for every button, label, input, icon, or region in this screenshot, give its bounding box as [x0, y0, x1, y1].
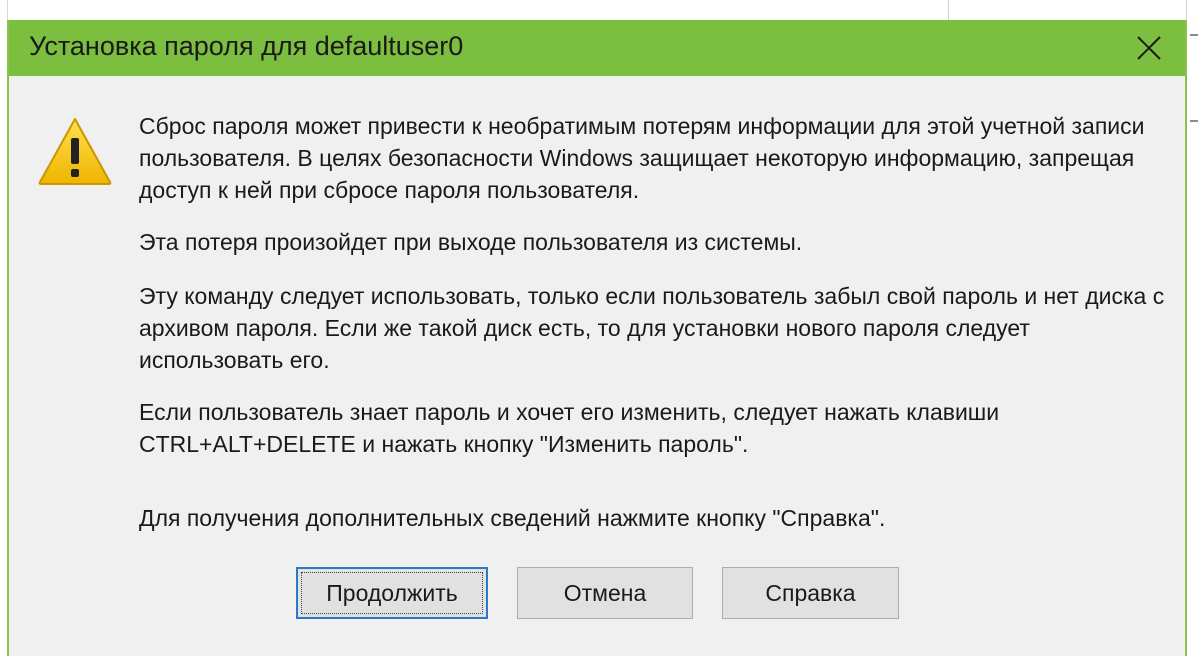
background-mark	[1190, 34, 1198, 36]
message-paragraph-reset-warning: Сброс пароля может привести к необратимы…	[139, 113, 1145, 203]
warning-icon	[38, 118, 112, 185]
message-paragraph-help: Для получения дополнительных сведений на…	[139, 505, 886, 531]
dialog-titlebar[interactable]: Установка пароля для defaultuser0	[9, 20, 1185, 76]
message-paragraph-usage: Эту команду следует использовать, только…	[139, 283, 1165, 373]
background-window-scrollbar[interactable]	[1186, 0, 1200, 656]
background-mark	[1190, 120, 1198, 122]
dialog-title: Установка пароля для defaultuser0	[29, 31, 464, 61]
help-button-label: Справка	[765, 579, 856, 606]
cancel-button-label: Отмена	[563, 579, 647, 606]
close-icon	[1137, 36, 1161, 60]
cancel-button[interactable]: Отмена	[517, 567, 693, 619]
password-reset-dialog: Установка пароля для defaultuser0 Сброс …	[7, 20, 1187, 656]
close-button[interactable]	[1121, 20, 1177, 76]
message-paragraph-loss-timing: Эта потеря произойдет при выходе пользов…	[139, 229, 803, 255]
focus-rectangle	[301, 572, 483, 614]
help-button[interactable]: Справка	[722, 567, 899, 619]
message-paragraph-change-password: Если пользователь знает пароль и хочет е…	[139, 399, 1000, 457]
background-window-strip	[0, 0, 1200, 20]
continue-button[interactable]: Продолжить	[296, 567, 488, 619]
